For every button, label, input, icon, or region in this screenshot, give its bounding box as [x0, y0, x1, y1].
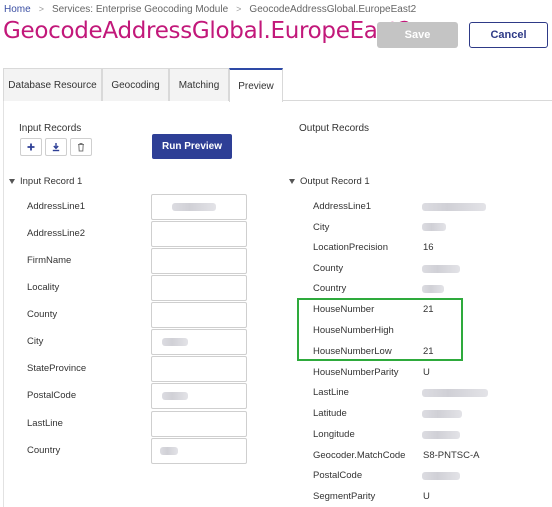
stateprovince-input[interactable] [151, 356, 247, 382]
output-value-latitude [422, 410, 462, 418]
input-label-stateprovince: StateProvince [27, 363, 87, 374]
output-value-longitude [422, 431, 460, 439]
output-value-lastline [422, 389, 488, 397]
house-number-highlight [297, 298, 463, 361]
page-title: GeocodeAddressGlobal.EuropeEast2 [3, 18, 413, 44]
tab-database-resource[interactable]: Database Resource [3, 68, 102, 101]
tab-preview[interactable]: Preview [229, 68, 283, 102]
input-record-toggle[interactable]: Input Record 1 [9, 176, 82, 187]
output-label-postalcode: PostalCode [313, 470, 363, 481]
input-label-lastline: LastLine [27, 418, 63, 429]
output-records-title: Output Records [299, 123, 370, 134]
input-label-addressline2: AddressLine2 [27, 228, 86, 239]
redacted-value [162, 392, 188, 400]
chevron-right-icon: > [38, 4, 44, 14]
output-label-housenumberparity: HouseNumberParity [313, 367, 399, 378]
cancel-button[interactable]: Cancel [469, 22, 548, 48]
redacted-value [160, 447, 178, 455]
output-label-segmentparity: SegmentParity [313, 491, 376, 502]
run-preview-button[interactable]: Run Preview [152, 134, 232, 159]
breadcrumb-current: GeocodeAddressGlobal.EuropeEast2 [249, 3, 417, 15]
output-value-postalcode [422, 472, 460, 480]
lastline-input[interactable] [151, 411, 247, 437]
breadcrumb-services-link[interactable]: Services: Enterprise Geocoding Module [52, 4, 228, 15]
download-icon [52, 143, 60, 152]
tab-bar: Database Resource Geocoding Matching Pre… [3, 68, 552, 102]
locality-input[interactable] [151, 275, 247, 301]
output-value-addressline1 [422, 203, 486, 211]
firmname-input[interactable] [151, 248, 247, 274]
output-label-addressline1: AddressLine1 [313, 201, 372, 212]
plus-icon [27, 143, 35, 151]
save-button[interactable]: Save [377, 22, 458, 48]
output-value-housenumberparity: U [423, 367, 430, 378]
postalcode-input[interactable] [151, 383, 247, 409]
output-label-latitude: Latitude [313, 408, 347, 419]
output-value-geocoder-matchcode: S8-PNTSC-A [423, 450, 480, 461]
caret-down-icon [289, 179, 295, 184]
input-label-city: City [27, 336, 44, 347]
output-value-country [422, 285, 444, 293]
output-record-toggle[interactable]: Output Record 1 [289, 176, 370, 187]
output-label-longitude: Longitude [313, 429, 355, 440]
redacted-value [162, 338, 188, 346]
tab-geocoding[interactable]: Geocoding [102, 68, 169, 101]
redacted-value [172, 203, 216, 211]
output-label-geocoder-matchcode: Geocoder.MatchCode [313, 450, 406, 461]
input-label-postalcode: PostalCode [27, 390, 77, 401]
add-record-button[interactable] [20, 138, 42, 156]
tab-matching[interactable]: Matching [169, 68, 229, 101]
input-label-locality: Locality [27, 282, 60, 293]
output-value-county [422, 265, 460, 273]
input-records-title: Input Records [19, 123, 82, 134]
output-label-county: County [313, 263, 344, 274]
input-label-county: County [27, 309, 58, 320]
trash-icon [78, 143, 84, 152]
input-record-title: Input Record 1 [20, 176, 83, 187]
output-value-city [422, 223, 446, 231]
input-label-country: Country [27, 445, 61, 456]
import-record-button[interactable] [45, 138, 67, 156]
addressline2-input[interactable] [151, 221, 247, 247]
addressline1-input[interactable] [151, 194, 247, 220]
input-label-firmname: FirmName [27, 255, 72, 266]
output-value-locationprecision: 16 [423, 242, 434, 253]
county-input[interactable] [151, 302, 247, 328]
city-input[interactable] [151, 329, 247, 355]
output-label-country: Country [313, 283, 347, 294]
output-label-city: City [313, 222, 330, 233]
output-value-segmentparity: U [423, 491, 430, 502]
input-label-addressline1: AddressLine1 [27, 201, 86, 212]
delete-record-button[interactable] [70, 138, 92, 156]
breadcrumb: Home > Services: Enterprise Geocoding Mo… [4, 2, 416, 16]
country-input[interactable] [151, 438, 247, 464]
output-label-locationprecision: LocationPrecision [313, 242, 388, 253]
chevron-right-icon: > [236, 4, 242, 14]
output-record-title: Output Record 1 [300, 176, 370, 187]
breadcrumb-home-link[interactable]: Home [4, 4, 31, 15]
preview-panel [3, 101, 552, 507]
caret-down-icon [9, 179, 15, 184]
output-label-lastline: LastLine [313, 387, 349, 398]
